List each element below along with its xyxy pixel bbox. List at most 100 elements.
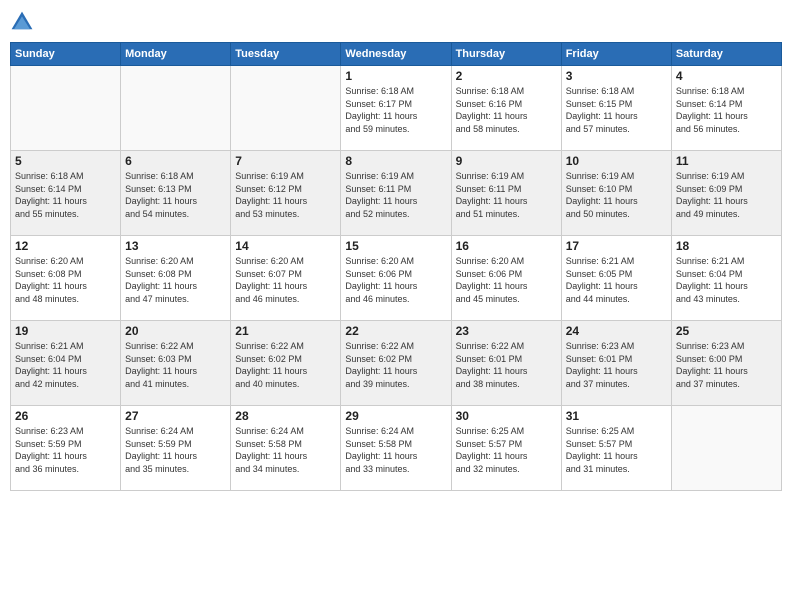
day-info: Sunrise: 6:18 AM Sunset: 6:17 PM Dayligh… (345, 85, 446, 135)
day-number: 26 (15, 409, 116, 423)
day-info: Sunrise: 6:18 AM Sunset: 6:15 PM Dayligh… (566, 85, 667, 135)
day-info: Sunrise: 6:19 AM Sunset: 6:11 PM Dayligh… (456, 170, 557, 220)
day-number: 15 (345, 239, 446, 253)
calendar-cell: 15Sunrise: 6:20 AM Sunset: 6:06 PM Dayli… (341, 236, 451, 321)
calendar-cell (231, 66, 341, 151)
calendar-cell: 4 Sunrise: 6:18 AM Sunset: 6:14 PM Daylig… (671, 66, 781, 151)
day-number: 9 (456, 154, 557, 168)
day-info: Sunrise: 6:24 AM Sunset: 5:59 PM Dayligh… (125, 425, 226, 475)
calendar-cell: 6 Sunrise: 6:18 AM Sunset: 6:13 PM Daylig… (121, 151, 231, 236)
calendar-cell: 29 Sunrise: 6:24 AM Sunset: 5:58 PM Dayli… (341, 406, 451, 491)
day-number: 14 (235, 239, 336, 253)
calendar-cell (11, 66, 121, 151)
calendar-cell: 26 Sunrise: 6:23 AM Sunset: 5:59 PM Dayli… (11, 406, 121, 491)
calendar-cell (671, 406, 781, 491)
calendar-cell: 2 Sunrise: 6:18 AM Sunset: 6:16 PM Daylig… (451, 66, 561, 151)
day-info: Sunrise: 6:24 AM Sunset: 5:58 PM Dayligh… (235, 425, 336, 475)
day-info: Sunrise: 6:23 AM Sunset: 5:59 PM Dayligh… (15, 425, 116, 475)
day-number: 29 (345, 409, 446, 423)
day-info: Sunrise: 6:19 AM Sunset: 6:11 PM Dayligh… (345, 170, 446, 220)
day-number: 18 (676, 239, 777, 253)
day-info: Sunrise: 6:20 AM Sunset: 6:06 PM Dayligh… (456, 255, 557, 305)
calendar-cell (121, 66, 231, 151)
calendar-cell: 30 Sunrise: 6:25 AM Sunset: 5:57 PM Dayli… (451, 406, 561, 491)
calendar-cell: 18 Sunrise: 6:21 AM Sunset: 6:04 PM Dayli… (671, 236, 781, 321)
weekday-header: Monday (121, 43, 231, 66)
calendar-cell: 3 Sunrise: 6:18 AM Sunset: 6:15 PM Daylig… (561, 66, 671, 151)
day-info: Sunrise: 6:22 AM Sunset: 6:02 PM Dayligh… (235, 340, 336, 390)
calendar-cell: 1 Sunrise: 6:18 AM Sunset: 6:17 PM Daylig… (341, 66, 451, 151)
day-number: 7 (235, 154, 336, 168)
calendar-week-row: 1 Sunrise: 6:18 AM Sunset: 6:17 PM Daylig… (11, 66, 782, 151)
calendar-cell: 20 Sunrise: 6:22 AM Sunset: 6:03 PM Dayli… (121, 321, 231, 406)
day-info: Sunrise: 6:25 AM Sunset: 5:57 PM Dayligh… (456, 425, 557, 475)
calendar-cell: 17Sunrise: 6:21 AM Sunset: 6:05 PM Dayli… (561, 236, 671, 321)
day-info: Sunrise: 6:20 AM Sunset: 6:08 PM Dayligh… (15, 255, 116, 305)
day-number: 1 (345, 69, 446, 83)
calendar-week-row: 26 Sunrise: 6:23 AM Sunset: 5:59 PM Dayli… (11, 406, 782, 491)
day-number: 19 (15, 324, 116, 338)
day-number: 28 (235, 409, 336, 423)
day-number: 5 (15, 154, 116, 168)
weekday-header: Saturday (671, 43, 781, 66)
calendar-cell: 11 Sunrise: 6:19 AM Sunset: 6:09 PM Dayli… (671, 151, 781, 236)
day-info: Sunrise: 6:20 AM Sunset: 6:08 PM Dayligh… (125, 255, 226, 305)
day-info: Sunrise: 6:18 AM Sunset: 6:13 PM Dayligh… (125, 170, 226, 220)
logo-icon (10, 10, 34, 34)
day-number: 20 (125, 324, 226, 338)
day-info: Sunrise: 6:18 AM Sunset: 6:14 PM Dayligh… (15, 170, 116, 220)
day-number: 24 (566, 324, 667, 338)
day-info: Sunrise: 6:22 AM Sunset: 6:02 PM Dayligh… (345, 340, 446, 390)
calendar-cell: 16 Sunrise: 6:20 AM Sunset: 6:06 PM Dayli… (451, 236, 561, 321)
day-info: Sunrise: 6:19 AM Sunset: 6:10 PM Dayligh… (566, 170, 667, 220)
calendar-header-row: SundayMondayTuesdayWednesdayThursdayFrid… (11, 43, 782, 66)
calendar-cell: 25Sunrise: 6:23 AM Sunset: 6:00 PM Dayli… (671, 321, 781, 406)
day-number: 6 (125, 154, 226, 168)
day-number: 11 (676, 154, 777, 168)
day-info: Sunrise: 6:22 AM Sunset: 6:01 PM Dayligh… (456, 340, 557, 390)
calendar-cell: 5 Sunrise: 6:18 AM Sunset: 6:14 PM Daylig… (11, 151, 121, 236)
calendar-cell: 19 Sunrise: 6:21 AM Sunset: 6:04 PM Dayli… (11, 321, 121, 406)
calendar-cell: 21Sunrise: 6:22 AM Sunset: 6:02 PM Dayli… (231, 321, 341, 406)
day-number: 3 (566, 69, 667, 83)
calendar-cell: 22Sunrise: 6:22 AM Sunset: 6:02 PM Dayli… (341, 321, 451, 406)
calendar-week-row: 5 Sunrise: 6:18 AM Sunset: 6:14 PM Daylig… (11, 151, 782, 236)
day-info: Sunrise: 6:21 AM Sunset: 6:04 PM Dayligh… (15, 340, 116, 390)
day-info: Sunrise: 6:24 AM Sunset: 5:58 PM Dayligh… (345, 425, 446, 475)
day-info: Sunrise: 6:19 AM Sunset: 6:12 PM Dayligh… (235, 170, 336, 220)
calendar: SundayMondayTuesdayWednesdayThursdayFrid… (10, 42, 782, 491)
calendar-cell: 8 Sunrise: 6:19 AM Sunset: 6:11 PM Daylig… (341, 151, 451, 236)
day-number: 2 (456, 69, 557, 83)
day-number: 17 (566, 239, 667, 253)
day-number: 27 (125, 409, 226, 423)
weekday-header: Tuesday (231, 43, 341, 66)
calendar-cell: 13 Sunrise: 6:20 AM Sunset: 6:08 PM Dayli… (121, 236, 231, 321)
day-number: 8 (345, 154, 446, 168)
day-info: Sunrise: 6:20 AM Sunset: 6:07 PM Dayligh… (235, 255, 336, 305)
day-number: 16 (456, 239, 557, 253)
day-info: Sunrise: 6:23 AM Sunset: 6:01 PM Dayligh… (566, 340, 667, 390)
weekday-header: Thursday (451, 43, 561, 66)
day-info: Sunrise: 6:18 AM Sunset: 6:14 PM Dayligh… (676, 85, 777, 135)
day-number: 23 (456, 324, 557, 338)
day-info: Sunrise: 6:23 AM Sunset: 6:00 PM Dayligh… (676, 340, 777, 390)
day-info: Sunrise: 6:22 AM Sunset: 6:03 PM Dayligh… (125, 340, 226, 390)
calendar-cell: 9 Sunrise: 6:19 AM Sunset: 6:11 PM Daylig… (451, 151, 561, 236)
calendar-week-row: 12 Sunrise: 6:20 AM Sunset: 6:08 PM Dayli… (11, 236, 782, 321)
day-number: 12 (15, 239, 116, 253)
calendar-cell: 31Sunrise: 6:25 AM Sunset: 5:57 PM Dayli… (561, 406, 671, 491)
day-number: 13 (125, 239, 226, 253)
calendar-cell: 23 Sunrise: 6:22 AM Sunset: 6:01 PM Dayli… (451, 321, 561, 406)
day-info: Sunrise: 6:25 AM Sunset: 5:57 PM Dayligh… (566, 425, 667, 475)
day-info: Sunrise: 6:19 AM Sunset: 6:09 PM Dayligh… (676, 170, 777, 220)
day-info: Sunrise: 6:18 AM Sunset: 6:16 PM Dayligh… (456, 85, 557, 135)
page: SundayMondayTuesdayWednesdayThursdayFrid… (0, 0, 792, 612)
calendar-cell: 7 Sunrise: 6:19 AM Sunset: 6:12 PM Daylig… (231, 151, 341, 236)
calendar-week-row: 19 Sunrise: 6:21 AM Sunset: 6:04 PM Dayli… (11, 321, 782, 406)
logo (10, 10, 36, 34)
header (10, 10, 782, 34)
day-number: 10 (566, 154, 667, 168)
day-info: Sunrise: 6:21 AM Sunset: 6:04 PM Dayligh… (676, 255, 777, 305)
day-number: 4 (676, 69, 777, 83)
day-number: 30 (456, 409, 557, 423)
